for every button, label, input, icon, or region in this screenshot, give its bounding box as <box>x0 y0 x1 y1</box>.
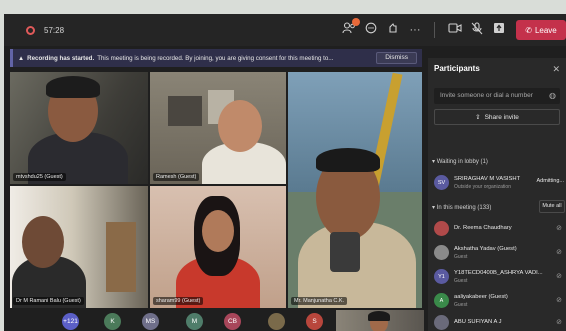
chevron-down-icon: ▾ <box>432 205 436 211</box>
warning-icon: ▲ <box>18 54 25 62</box>
tile-name-label: Dr M Ramani Balu (Guest) <box>13 297 84 305</box>
toolbar-divider <box>434 22 435 38</box>
panel-title: Participants <box>434 64 480 73</box>
avatar: SV <box>434 175 449 190</box>
more-icon[interactable]: ··· <box>406 22 424 38</box>
self-view-video[interactable] <box>336 310 424 331</box>
video-tile[interactable]: Mr. Manjunatha C.K. <box>288 72 422 308</box>
lobby-participant-row[interactable]: SV SRIRAGHAV M VASISHT Outside your orga… <box>434 172 564 194</box>
avatar[interactable] <box>268 313 285 330</box>
mic-off-icon: ⊘ <box>556 297 562 304</box>
participant-subtitle: Guest <box>454 278 468 284</box>
dialpad-icon[interactable]: ◍ <box>549 88 556 104</box>
participant-name: SRIRAGHAV M VASISHT <box>454 176 521 182</box>
share-icon[interactable] <box>490 22 508 38</box>
admit-status[interactable]: Admitting... <box>536 178 564 184</box>
participant-subtitle: Guest <box>454 302 468 308</box>
mic-off-icon[interactable] <box>468 22 486 38</box>
participant-row[interactable]: Y1 Y18TECD0400B_ASHRYA VADI... Guest ⊘ <box>434 266 564 288</box>
video-tile[interactable]: Ramesh (Guest) <box>150 72 286 184</box>
in-meeting-header[interactable]: ▾ In this meeting (133) <box>432 204 491 211</box>
participant-subtitle: Guest <box>454 254 468 260</box>
mic-off-icon: ⊘ <box>556 249 562 256</box>
tile-name-label: mtvshdu25 (Guest) <box>13 173 66 181</box>
video-tile[interactable]: mtvshdu25 (Guest) <box>10 72 148 184</box>
recording-indicator-icon <box>26 25 35 35</box>
avatar <box>434 221 449 236</box>
participants-panel: Participants ✕ Invite someone or dial a … <box>428 58 566 331</box>
avatar[interactable]: MS <box>142 313 159 330</box>
participant-name: Dr. Reema Chaudhary <box>454 225 512 231</box>
phone-hangup-icon: ✆ <box>525 25 532 35</box>
banner-text: This meeting is being recorded. By joini… <box>97 54 334 62</box>
participant-name: ABU SUFIYAN A J <box>454 319 502 325</box>
mic-off-icon: ⊘ <box>556 319 562 326</box>
tile-name-label: Ramesh (Guest) <box>153 173 200 181</box>
video-tile[interactable]: Dr M Ramani Balu (Guest) <box>10 186 148 308</box>
share-invite-button[interactable]: ⇪ Share invite <box>434 109 560 125</box>
mic-off-icon: ⊘ <box>556 273 562 280</box>
invite-input[interactable]: Invite someone or dial a number ◍ <box>434 88 560 104</box>
mute-all-button[interactable]: Mute all <box>539 200 565 213</box>
avatar: A <box>434 293 449 308</box>
share-invite-label: Share invite <box>484 113 519 121</box>
recording-banner: ▲ Recording has started. This meeting is… <box>10 49 422 67</box>
banner-title: Recording has started. <box>27 54 95 62</box>
chat-icon[interactable] <box>362 22 380 38</box>
meeting-toolbar: 57:28 ··· ✆ Leave <box>4 14 566 46</box>
video-grid: mtvshdu25 (Guest) Ramesh (Guest) Mr. Man… <box>10 72 422 308</box>
avatar[interactable]: K <box>104 313 121 330</box>
teams-meeting-window: 57:28 ··· ✆ Leave ▲ Recording has starte… <box>4 14 566 331</box>
participant-name: Y18TECD0400B_ASHRYA VADI... <box>454 270 543 276</box>
avatar <box>434 315 449 330</box>
avatar: Y1 <box>434 269 449 284</box>
avatar[interactable]: +121 <box>62 313 79 330</box>
chevron-down-icon: ▾ <box>432 159 436 165</box>
invite-placeholder: Invite someone or dial a number <box>440 92 533 99</box>
participant-name: Akshatha Yadav (Guest) <box>454 246 517 252</box>
dismiss-button[interactable]: Dismiss <box>376 52 417 64</box>
avatar[interactable]: S <box>306 313 323 330</box>
avatar[interactable]: M <box>186 313 203 330</box>
tile-name-label: sharam99 (Guest) <box>153 297 204 305</box>
participant-subtitle: Outside your organization <box>454 184 511 190</box>
participant-row[interactable]: ABU SUFIYAN A J ⊘ <box>434 312 564 331</box>
avatar[interactable]: CB <box>224 313 241 330</box>
participant-row[interactable]: A aaliyakabeer (Guest) Guest ⊘ <box>434 290 564 312</box>
participants-badge <box>352 18 360 26</box>
lobby-header[interactable]: ▾ Waiting in lobby (1) <box>432 158 488 165</box>
leave-button[interactable]: ✆ Leave <box>516 20 566 40</box>
tile-name-label: Mr. Manjunatha C.K. <box>291 297 348 305</box>
camera-icon[interactable] <box>446 22 464 38</box>
participant-name: aaliyakabeer (Guest) <box>454 294 508 300</box>
video-tile[interactable]: sharam99 (Guest) <box>150 186 286 308</box>
close-icon[interactable]: ✕ <box>552 64 560 75</box>
share-icon: ⇪ <box>475 114 481 121</box>
participant-row[interactable]: Dr. Reema Chaudhary ⊘ <box>434 218 564 240</box>
leave-label: Leave <box>534 25 557 35</box>
reactions-icon[interactable] <box>384 22 402 38</box>
meeting-timer: 57:28 <box>44 25 65 35</box>
participant-row[interactable]: Akshatha Yadav (Guest) Guest ⊘ <box>434 242 564 264</box>
mic-off-icon: ⊘ <box>556 225 562 232</box>
avatar <box>434 245 449 260</box>
